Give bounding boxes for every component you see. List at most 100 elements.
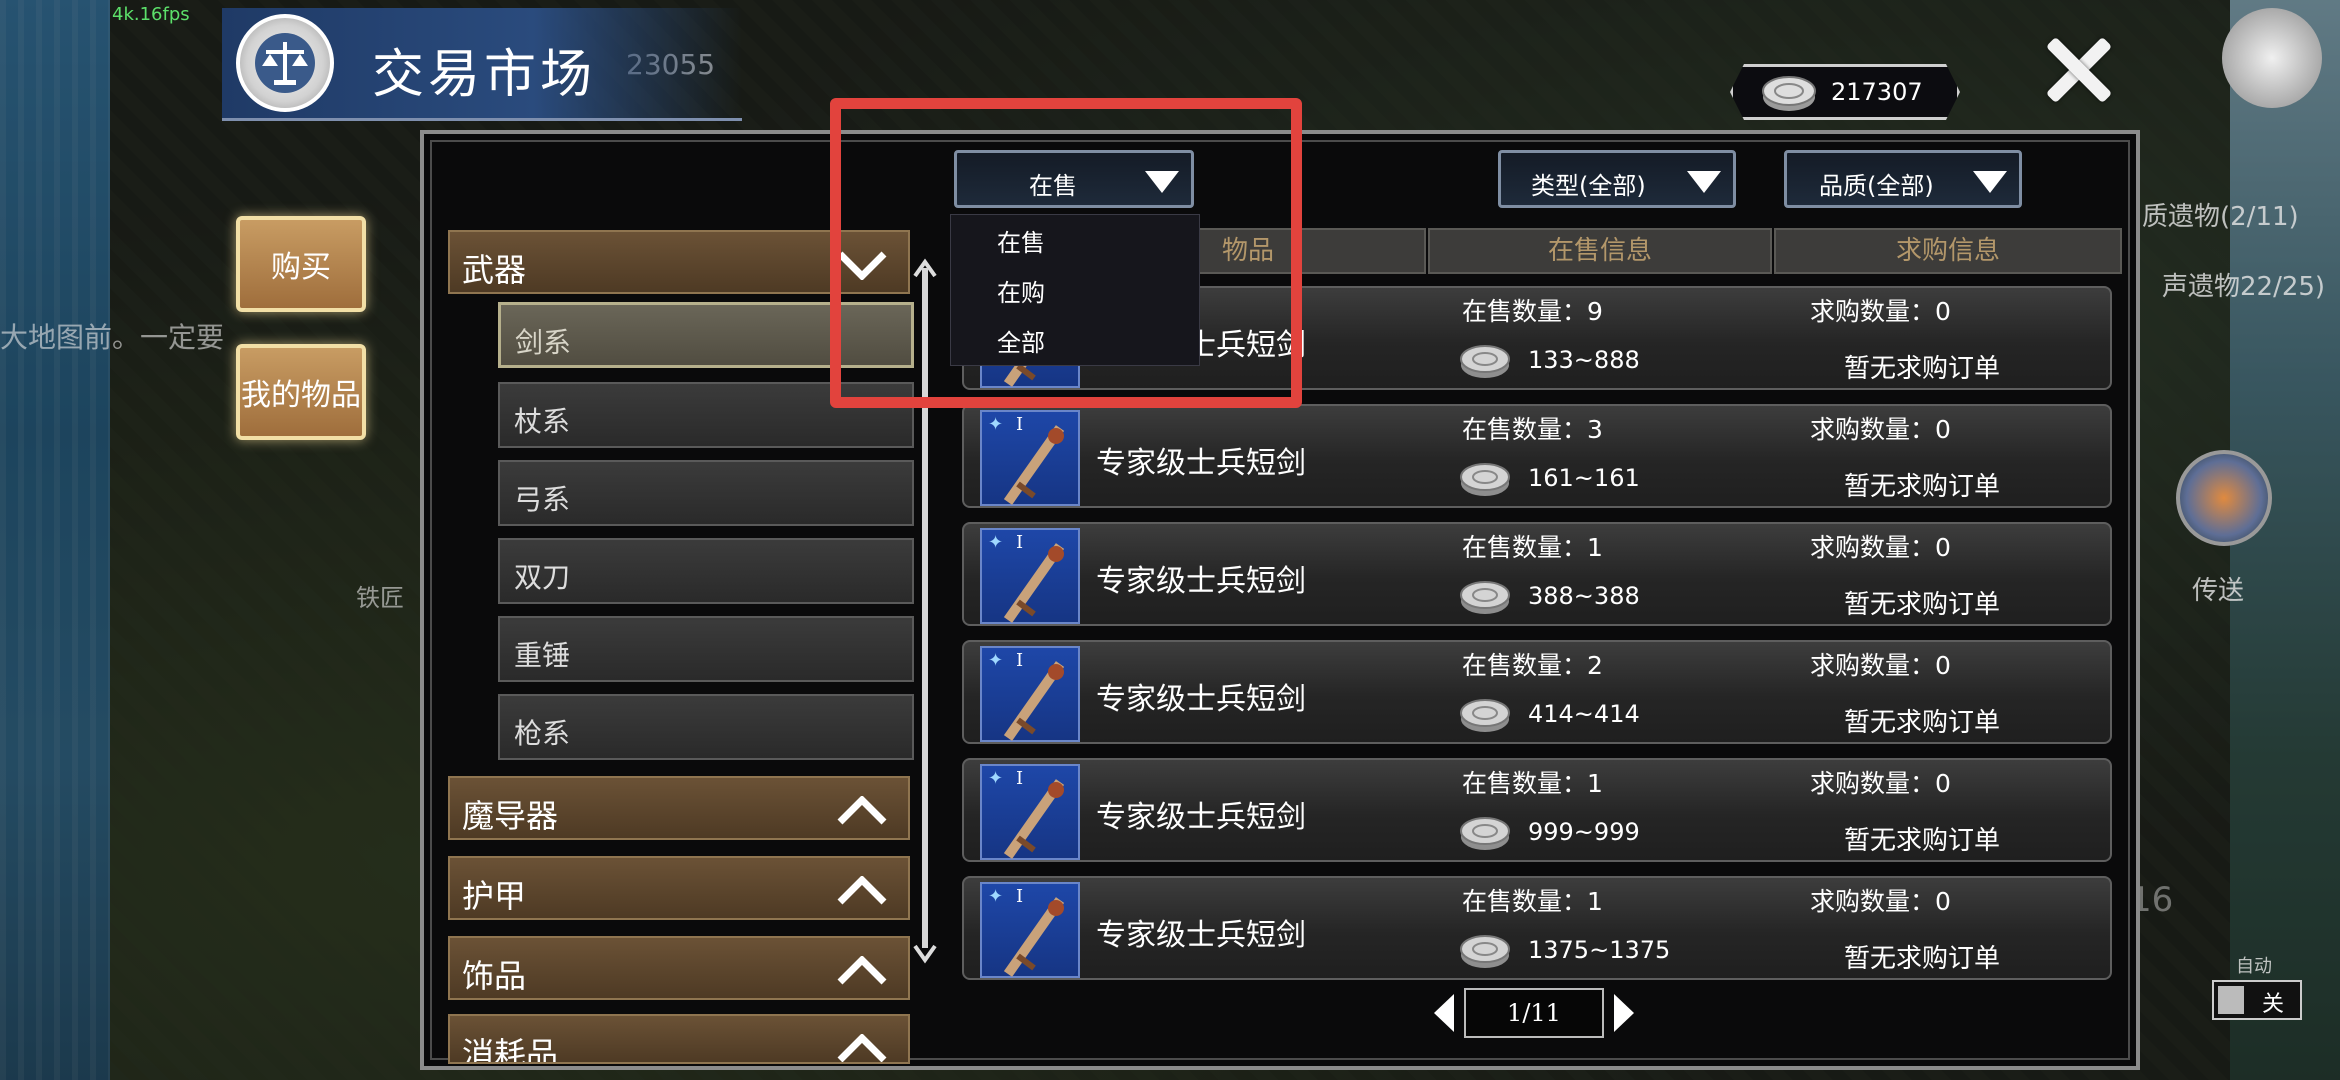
subcategory-hammer[interactable]: 重锤 (498, 616, 914, 682)
sale-quantity: 在售数量：1 (1462, 887, 1603, 916)
next-page-arrow-icon[interactable] (1610, 992, 1638, 1034)
sale-quantity: 在售数量：3 (1462, 415, 1603, 444)
category-consumable[interactable]: 消耗品 (448, 1014, 910, 1064)
my-items-button[interactable]: 我的物品 (236, 344, 366, 440)
scales-emblem-icon (236, 14, 334, 112)
buy-quantity: 求购数量：0 (1810, 651, 1951, 680)
category-label: 护甲 (462, 877, 527, 915)
quality-filter-dropdown[interactable]: 品质(全部) (1784, 150, 2022, 208)
short-sword-item-icon: ✦ I (980, 410, 1080, 506)
buy-quantity: 求购数量：0 (1810, 533, 1951, 562)
subcategory-label: 杖系 (514, 405, 571, 438)
subcategory-label: 双刀 (514, 561, 571, 594)
coin-icon (1460, 935, 1510, 968)
category-armor[interactable]: 护甲 (448, 856, 910, 920)
game-screen: 4k.16fps 23055 大地图前。一定要 铁匠 质遗物(2/11) 声遗物… (0, 0, 2340, 1080)
auto-toggle-state: 关 (2262, 992, 2285, 1017)
price-range: 161~161 (1528, 464, 1640, 492)
item-name: 专家级士兵短剑 (1096, 800, 1306, 835)
market-title-bar: 交易市场 (222, 8, 742, 121)
coin-icon (1460, 463, 1510, 496)
short-sword-item-icon: ✦ I (980, 882, 1080, 978)
listing-row[interactable]: ✦ I 专家级士兵短剑 在售数量：1 999~999 求购数量：0 暂无求购订单 (962, 758, 2112, 862)
listing-row[interactable]: ✦ I 专家级士兵短剑 在售数量：3 161~161 求购数量：0 暂无求购订单 (962, 404, 2112, 508)
sale-quantity: 在售数量：2 (1462, 651, 1603, 680)
buy-order-status: 暂无求购订单 (1844, 354, 2001, 384)
price-range: 999~999 (1528, 818, 1640, 846)
toggle-knob (2218, 986, 2244, 1014)
column-header-buy-info: 求购信息 (1774, 228, 2122, 274)
currency-display: 217307 (1730, 64, 1960, 120)
subcategory-label: 枪系 (514, 717, 571, 750)
sale-quantity: 在售数量：1 (1462, 533, 1603, 562)
quest-tracker-1[interactable]: 质遗物(2/11) (2142, 196, 2299, 233)
column-header-sale-info: 在售信息 (1428, 228, 1772, 274)
auto-toggle[interactable]: 关 (2212, 980, 2302, 1020)
subcategory-dual-blades[interactable]: 双刀 (498, 538, 914, 604)
price-range: 133~888 (1528, 346, 1640, 374)
highlight-annotation-box (830, 98, 1302, 408)
buy-order-status: 暂无求购订单 (1844, 590, 2001, 620)
listing-row[interactable]: ✦ I 专家级士兵短剑 在售数量：1 1375~1375 求购数量：0 暂无求购… (962, 876, 2112, 980)
pagination: 1/11 (1430, 988, 1634, 1040)
chevron-up-icon (837, 956, 887, 985)
buy-quantity: 求购数量：0 (1810, 887, 1951, 916)
portal-icon[interactable] (2176, 450, 2272, 546)
player-avatar[interactable] (2222, 8, 2322, 108)
price-range: 388~388 (1528, 582, 1640, 610)
coin-icon (1460, 817, 1510, 850)
buy-order-status: 暂无求购订单 (1844, 472, 2001, 502)
portal-label: 传送 (2192, 576, 2245, 606)
subcategory-label: 剑系 (515, 326, 572, 359)
type-filter-dropdown[interactable]: 类型(全部) (1498, 150, 1736, 208)
chevron-up-icon (837, 796, 887, 825)
price-range: 414~414 (1528, 700, 1640, 728)
short-sword-item-icon: ✦ I (980, 764, 1080, 860)
buy-button[interactable]: 购买 (236, 216, 366, 312)
short-sword-item-icon: ✦ I (980, 528, 1080, 624)
buy-quantity: 求购数量：0 (1810, 415, 1951, 444)
caret-down-icon (1687, 171, 1721, 193)
category-label: 武器 (462, 251, 527, 289)
coin-icon (1460, 581, 1510, 614)
page-indicator: 1/11 (1464, 988, 1604, 1038)
chevron-up-icon (837, 876, 887, 905)
category-accessory[interactable]: 饰品 (448, 936, 910, 1000)
page-title: 交易市场 (372, 45, 597, 105)
background-npc-label: 铁匠 (356, 584, 404, 612)
sale-quantity: 在售数量：1 (1462, 769, 1603, 798)
close-button[interactable] (2038, 30, 2118, 110)
prev-page-arrow-icon[interactable] (1430, 992, 1458, 1034)
type-filter-value: 类型(全部) (1531, 172, 1646, 200)
coin-icon (1460, 699, 1510, 732)
buy-order-status: 暂无求购订单 (1844, 826, 2001, 856)
caret-down-icon (1973, 171, 2007, 193)
chevron-up-icon (837, 1034, 887, 1062)
fps-counter: 4k.16fps (112, 4, 190, 25)
price-range: 1375~1375 (1528, 936, 1671, 964)
auto-label: 自动 (2236, 956, 2272, 977)
item-name: 专家级士兵短剑 (1096, 682, 1306, 717)
listing-row[interactable]: ✦ I 专家级士兵短剑 在售数量：1 388~388 求购数量：0 暂无求购订单 (962, 522, 2112, 626)
subcategory-label: 重锤 (514, 639, 571, 672)
item-name: 专家级士兵短剑 (1096, 564, 1306, 599)
buy-quantity: 求购数量：0 (1810, 769, 1951, 798)
category-label: 饰品 (462, 957, 527, 995)
short-sword-item-icon: ✦ I (980, 646, 1080, 742)
category-magic-device[interactable]: 魔导器 (448, 776, 910, 840)
subcategory-label: 弓系 (514, 483, 571, 516)
listing-row[interactable]: ✦ I 专家级士兵短剑 在售数量：2 414~414 求购数量：0 暂无求购订单 (962, 640, 2112, 744)
scroll-down-arrow-icon (913, 944, 937, 964)
currency-amount: 217307 (1831, 78, 1923, 106)
item-name: 专家级士兵短剑 (1096, 446, 1306, 481)
background-hint-text: 大地图前。一定要 (0, 321, 225, 354)
quality-filter-value: 品质(全部) (1819, 172, 1934, 200)
subcategory-bow[interactable]: 弓系 (498, 460, 914, 526)
buy-order-status: 暂无求购订单 (1844, 708, 2001, 738)
quest-tracker-2[interactable]: 声遗物22/25) (2162, 266, 2325, 303)
coin-icon (1460, 345, 1510, 378)
subcategory-spear[interactable]: 枪系 (498, 694, 914, 760)
sale-quantity: 在售数量：9 (1462, 297, 1603, 326)
category-label: 消耗品 (462, 1035, 559, 1064)
item-name: 专家级士兵短剑 (1096, 918, 1306, 953)
